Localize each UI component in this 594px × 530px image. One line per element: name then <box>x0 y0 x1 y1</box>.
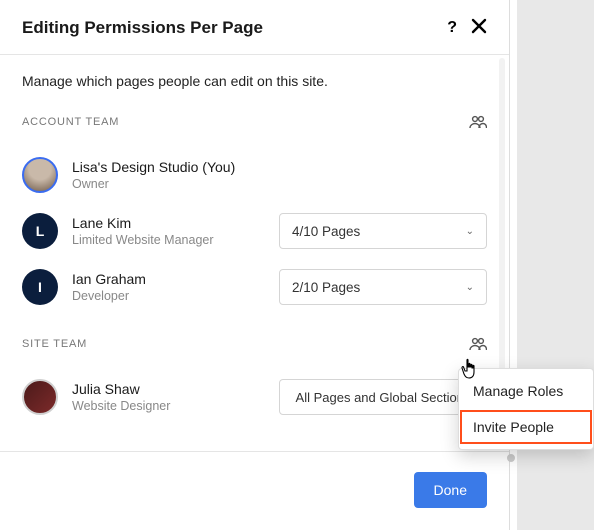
site-team-header: SITE TEAM <box>22 333 487 369</box>
invite-popover: Manage Roles Invite People <box>458 368 594 450</box>
member-info: Julia Shaw Website Designer <box>72 381 265 413</box>
modal-title: Editing Permissions Per Page <box>22 18 263 38</box>
member-role: Website Designer <box>72 399 265 413</box>
popover-manage-roles[interactable]: Manage Roles <box>459 373 593 409</box>
invite-team-icon[interactable] <box>469 337 487 351</box>
member-row-lisa: Lisa's Design Studio (You) Owner <box>22 147 487 203</box>
avatar <box>22 379 58 415</box>
help-icon[interactable]: ? <box>447 20 457 36</box>
account-team-label: ACCOUNT TEAM <box>22 116 119 128</box>
pages-select[interactable]: 2/10 Pages ⌄ <box>279 269 487 305</box>
member-role: Limited Website Manager <box>72 233 265 247</box>
modal-footer: Done <box>0 451 509 530</box>
right-panel-placeholder <box>517 0 594 530</box>
avatar <box>22 157 58 193</box>
member-info: Lisa's Design Studio (You) Owner <box>72 159 487 191</box>
chevron-down-icon: ⌄ <box>466 282 474 293</box>
avatar-initial: L <box>36 223 45 239</box>
pages-select-value: 2/10 Pages <box>292 280 360 295</box>
member-name: Ian Graham <box>72 271 265 287</box>
avatar: I <box>22 269 58 305</box>
member-name: Lane Kim <box>72 215 265 231</box>
scroll-thumb[interactable] <box>507 454 515 462</box>
member-name: Lisa's Design Studio (You) <box>72 159 487 175</box>
team-icon[interactable] <box>469 115 487 129</box>
modal-body: Manage which pages people can edit on th… <box>0 55 509 451</box>
avatar: L <box>22 213 58 249</box>
pages-select-value: 4/10 Pages <box>292 224 360 239</box>
done-button[interactable]: Done <box>414 472 487 508</box>
modal-description: Manage which pages people can edit on th… <box>22 55 487 111</box>
member-info: Lane Kim Limited Website Manager <box>72 215 265 247</box>
avatar-initial: I <box>38 279 42 295</box>
editing-permissions-modal: Editing Permissions Per Page ? Manage wh… <box>0 0 510 530</box>
member-name: Julia Shaw <box>72 381 265 397</box>
header-actions: ? <box>447 18 487 38</box>
member-row-lane: L Lane Kim Limited Website Manager 4/10 … <box>22 203 487 259</box>
member-info: Ian Graham Developer <box>72 271 265 303</box>
chevron-down-icon: ⌄ <box>466 226 474 237</box>
account-team-header: ACCOUNT TEAM <box>22 111 487 147</box>
modal-header: Editing Permissions Per Page ? <box>0 0 509 55</box>
site-team-label: SITE TEAM <box>22 338 87 350</box>
pages-select[interactable]: All Pages and Global Sections <box>279 379 487 415</box>
member-row-ian: I Ian Graham Developer 2/10 Pages ⌄ <box>22 259 487 315</box>
member-row-julia: Julia Shaw Website Designer All Pages an… <box>22 369 487 425</box>
popover-invite-people[interactable]: Invite People <box>459 409 593 445</box>
member-role: Owner <box>72 177 487 191</box>
close-icon[interactable] <box>471 18 487 38</box>
member-role: Developer <box>72 289 265 303</box>
pages-select[interactable]: 4/10 Pages ⌄ <box>279 213 487 249</box>
pages-select-value: All Pages and Global Sections <box>296 390 471 405</box>
